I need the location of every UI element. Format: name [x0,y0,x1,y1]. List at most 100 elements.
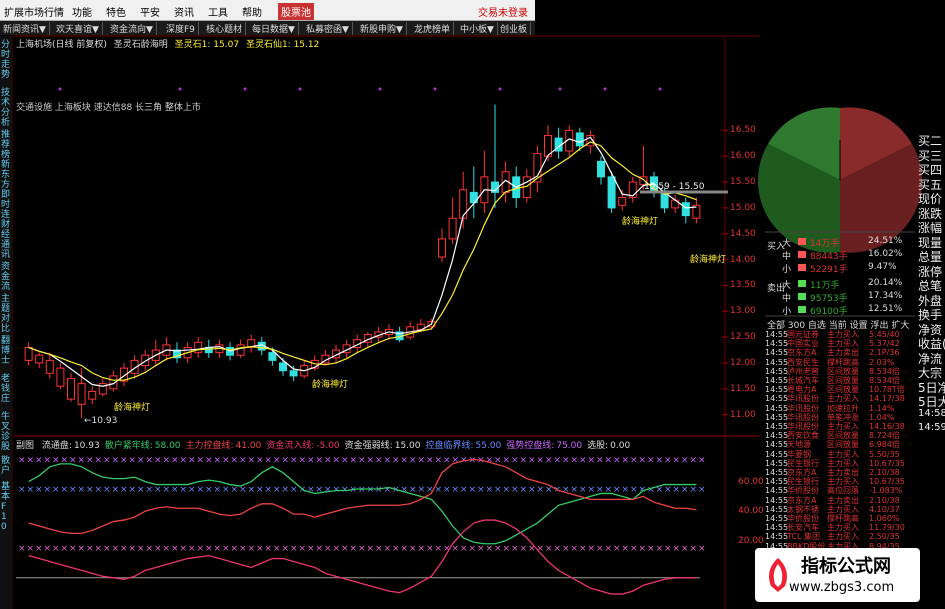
ref-line-marker: × [596,544,604,554]
ref-line-marker: × [146,485,154,495]
ref-line-marker: × [698,544,706,554]
sub-indicator-item: 选股: 0.00 [587,441,630,451]
ref-line-marker: × [435,544,443,554]
ref-line-marker: × [171,485,179,495]
row-name: TCL 集团 [787,532,821,542]
sub-indicator-item: 资金流入线: -5.00 [266,441,339,451]
row-type: 主力买入 [827,504,859,514]
flow-size: 中 [782,294,792,304]
row-value: 14.16/38 [869,422,905,431]
row-value: 2.03% [869,357,895,367]
row-name: 华讯股份 [787,394,819,404]
sub-indicator-value: 55.00 [475,441,502,451]
sub-indicator-label: 流通盘: [41,441,72,451]
row-name: 华讯股份 [787,422,819,431]
ref-line-marker: × [511,485,519,495]
flow-size: 大 [782,239,792,249]
ref-line-marker: × [341,455,349,465]
ref-line-marker: × [426,485,434,495]
sub-tick-label: 20.00 [738,535,764,546]
row-time: 14:55 [765,348,789,358]
ref-line-marker: × [469,485,477,495]
ref-line-marker: × [18,455,26,465]
ref-line-marker: × [324,455,332,465]
ref-line-marker: × [248,455,256,465]
ref-line-marker: × [690,455,698,465]
sub-indicator-value: -5.00 [316,441,340,451]
ref-line-marker: × [188,485,196,495]
row-type: 主力卖出 [827,348,859,358]
row-time: 14:55 [765,532,789,542]
marker-dot [243,87,247,91]
ref-line-marker: × [273,455,281,465]
ref-line-marker: × [588,485,596,495]
marker-dot [298,87,302,91]
ref-line-marker: × [673,455,681,465]
ref-line-marker: × [409,544,417,554]
row-name: 京东方A [787,468,817,477]
row-value: -1.083% [869,486,903,496]
ref-line-marker: × [95,544,103,554]
row-value: 10.67/35 [869,458,905,468]
sub-indicator-item: 强势控盘线: 75.00 [506,441,582,451]
ref-line-marker: × [350,544,358,554]
ref-line-marker: × [333,544,341,554]
row-type: 主力买入 [827,394,859,404]
ref-line-marker: × [146,544,154,554]
ref-line-marker: × [554,544,562,554]
sub-indicator-value: 10.93 [73,441,100,451]
row-name: 华讯股份 [787,403,819,413]
candle-body [24,346,33,361]
ref-line-marker: × [35,544,43,554]
row-time: 14:55 [765,339,789,349]
ref-line-marker: × [18,544,26,554]
ref-line-marker: × [579,455,587,465]
row-value: 10.67/35 [869,477,905,487]
ref-line-marker: × [256,485,264,495]
ref-line-marker: × [681,544,689,554]
ref-line-marker: × [129,544,137,554]
candle-body [35,354,44,364]
sub-indicator-name: 副图 [16,441,35,451]
candle-body [268,352,277,361]
sub-indicator-label: 散户紧牢线: [104,441,153,451]
sub-indicator-item: 控盘临界线: 55.00 [425,441,501,451]
price-tick-label: 13.50 [730,280,756,291]
ref-line-marker: × [622,544,630,554]
ref-line-marker: × [375,544,383,554]
ref-line-marker: × [222,485,230,495]
ref-line-marker: × [673,544,681,554]
flow-pct: 20.14% [868,278,903,288]
row-type: 撑杆跳高 [827,357,859,367]
row-name: 国元证券 [787,330,819,339]
sub-indicator-item: 资金强弱线: 15.00 [345,441,421,451]
ref-line-marker: × [86,455,94,465]
ref-line-marker: × [256,544,264,554]
row-type: 撑杆跳高 [827,514,859,523]
ref-line-marker: × [52,485,60,495]
ref-line-marker: × [61,544,69,554]
ref-line-marker: × [171,544,179,554]
ref-line-marker: × [95,455,103,465]
sub-indicator-label: 资金强弱线: [344,441,393,451]
flow-side-label: 买入 [767,242,786,252]
ref-line-marker: × [282,544,290,554]
ref-line-marker: × [69,485,77,495]
ref-line-marker: × [27,455,35,465]
ref-line-marker: × [656,455,664,465]
ref-line-marker: × [146,455,154,465]
row-type: 单笔冲涨 [827,412,859,422]
ref-line-marker: × [392,455,400,465]
row-time: 14:55 [765,449,789,459]
ref-line-marker: × [205,485,213,495]
ref-line-marker: × [375,455,383,465]
candle-body [681,202,690,217]
marker-dot [558,87,562,91]
ref-line-marker: × [503,455,511,465]
row-name: 华侨股份 [787,486,819,496]
row-type: 区间放量 [827,366,859,376]
ref-line-marker: × [443,455,451,465]
ref-line-marker: × [86,485,94,495]
ref-line-marker: × [333,455,341,465]
ref-line-marker: × [163,485,171,495]
